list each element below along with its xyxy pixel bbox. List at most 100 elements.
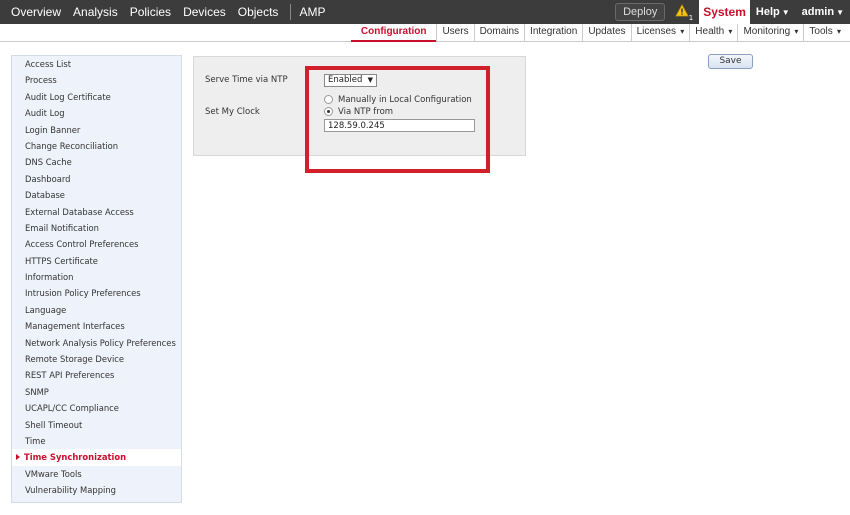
sidebar-item-label: Audit Log Certificate bbox=[25, 91, 111, 102]
tab-updates[interactable]: Updates bbox=[582, 24, 630, 42]
user-menu-label: admin bbox=[801, 6, 835, 18]
nav-amp[interactable]: AMP bbox=[297, 0, 331, 24]
sidebar-item-ucapl-cc-compliance[interactable]: UCAPL/CC Compliance bbox=[12, 400, 181, 416]
sidebar-item-label: Vulnerability Mapping bbox=[25, 485, 116, 496]
sidebar-item-external-database-access[interactable]: External Database Access bbox=[12, 204, 181, 220]
top-navigation-bar: Overview Analysis Policies Devices Objec… bbox=[0, 0, 850, 24]
sidebar-item-change-reconciliation[interactable]: Change Reconciliation bbox=[12, 138, 181, 154]
sidebar-item-label: External Database Access bbox=[25, 206, 134, 217]
top-right-controls: Deploy 1 System Help ▼ admin ▼ bbox=[615, 0, 850, 24]
sidebar-item-label: Database bbox=[25, 190, 65, 201]
nav-analysis[interactable]: Analysis bbox=[67, 0, 124, 24]
sidebar-item-time-synchronization[interactable]: Time Synchronization bbox=[12, 449, 181, 466]
tab-domains[interactable]: Domains bbox=[473, 24, 524, 42]
sidebar-item-label: VMware Tools bbox=[25, 468, 82, 479]
tab-health-label: Health bbox=[695, 26, 725, 37]
sidebar-item-database[interactable]: Database bbox=[12, 187, 181, 203]
chevron-down-icon: ▼ bbox=[836, 8, 844, 17]
sidebar-item-label: DNS Cache bbox=[25, 157, 72, 168]
sidebar-item-snmp[interactable]: SNMP bbox=[12, 384, 181, 400]
sidebar-item-access-list[interactable]: Access List bbox=[12, 56, 181, 72]
nav-policies[interactable]: Policies bbox=[124, 0, 177, 24]
sidebar-item-network-analysis-policy-preferences[interactable]: Network Analysis Policy Preferences bbox=[12, 335, 181, 351]
sidebar-item-label: Access List bbox=[25, 59, 71, 69]
tab-licenses-label: Licenses bbox=[636, 26, 677, 37]
tab-configuration[interactable]: Configuration bbox=[350, 24, 437, 42]
sidebar-item-label: REST API Preferences bbox=[25, 370, 115, 381]
sidebar-item-label: Change Reconciliation bbox=[25, 140, 119, 151]
set-clock-label: Set My Clock bbox=[205, 107, 260, 117]
sidebar-item-label: HTTPS Certificate bbox=[25, 255, 98, 266]
sidebar-item-label: SNMP bbox=[25, 386, 49, 397]
sidebar-item-label: UCAPL/CC Compliance bbox=[25, 403, 119, 414]
tab-integration[interactable]: Integration bbox=[524, 24, 582, 42]
sidebar-item-email-notification[interactable]: Email Notification bbox=[12, 220, 181, 236]
sidebar-item-label: Shell Timeout bbox=[25, 419, 83, 430]
nav-devices[interactable]: Devices bbox=[177, 0, 232, 24]
sidebar-item-vulnerability-mapping[interactable]: Vulnerability Mapping bbox=[12, 482, 181, 498]
tab-users[interactable]: Users bbox=[436, 24, 473, 42]
nav-objects[interactable]: Objects bbox=[232, 0, 285, 24]
sidebar-item-audit-log-certificate[interactable]: Audit Log Certificate bbox=[12, 89, 181, 105]
deploy-button[interactable]: Deploy bbox=[615, 3, 666, 21]
tab-monitoring[interactable]: Monitoring ▾ bbox=[737, 24, 803, 42]
tab-health[interactable]: Health ▾ bbox=[689, 24, 737, 42]
sidebar-item-https-certificate[interactable]: HTTPS Certificate bbox=[12, 253, 181, 269]
sidebar-item-label: Email Notification bbox=[25, 222, 99, 233]
subnav-tabs: Configuration Users Domains Integration … bbox=[350, 24, 846, 42]
chevron-down-icon: ▾ bbox=[726, 27, 733, 36]
serve-time-label: Serve Time via NTP bbox=[205, 75, 288, 85]
alert-warning-icon[interactable]: 1 bbox=[675, 4, 694, 22]
help-menu-label: Help bbox=[755, 6, 780, 18]
sidebar-item-shell-timeout[interactable]: Shell Timeout bbox=[12, 417, 181, 433]
sidebar-item-dns-cache[interactable]: DNS Cache bbox=[12, 154, 181, 170]
active-arrow-icon bbox=[16, 454, 20, 461]
sidebar-item-label: Process bbox=[25, 75, 57, 86]
sidebar-item-rest-api-preferences[interactable]: REST API Preferences bbox=[12, 367, 181, 383]
configuration-sidebar: Access List Process Audit Log Certificate A… bbox=[11, 55, 182, 503]
sidebar-item-dashboard[interactable]: Dashboard bbox=[12, 171, 181, 187]
sub-navigation-bar: Configuration Users Domains Integration … bbox=[0, 24, 850, 42]
chevron-down-icon: ▾ bbox=[834, 27, 841, 36]
main-nav: Overview Analysis Policies Devices Objec… bbox=[0, 0, 331, 24]
sidebar-item-label: Time bbox=[25, 435, 46, 446]
sidebar-item-management-interfaces[interactable]: Management Interfaces bbox=[12, 318, 181, 334]
sidebar-item-information[interactable]: Information bbox=[12, 269, 181, 285]
sidebar-item-login-banner[interactable]: Login Banner bbox=[12, 122, 181, 138]
user-menu[interactable]: admin ▼ bbox=[796, 6, 850, 18]
sidebar-item-vmware-tools[interactable]: VMware Tools bbox=[12, 466, 181, 482]
chevron-down-icon: ▼ bbox=[781, 8, 790, 17]
sidebar-item-time[interactable]: Time bbox=[12, 433, 181, 449]
sidebar-item-process[interactable]: Process bbox=[12, 72, 181, 88]
tab-tools[interactable]: Tools ▾ bbox=[803, 24, 846, 42]
warning-triangle-icon bbox=[675, 4, 689, 17]
tab-licenses[interactable]: Licenses ▾ bbox=[630, 24, 690, 42]
sidebar-item-label: Login Banner bbox=[25, 124, 81, 135]
chevron-down-icon: ▾ bbox=[792, 27, 799, 36]
sidebar-item-language[interactable]: Language bbox=[12, 302, 181, 318]
sidebar-item-remote-storage-device[interactable]: Remote Storage Device bbox=[12, 351, 181, 367]
alert-count: 1 bbox=[688, 14, 694, 22]
nav-system[interactable]: System bbox=[699, 0, 750, 24]
nav-overview[interactable]: Overview bbox=[0, 0, 67, 24]
sidebar-item-label: Time Synchronization bbox=[24, 452, 127, 463]
save-button[interactable]: Save bbox=[708, 54, 753, 69]
tab-tools-label: Tools bbox=[809, 26, 833, 37]
highlight-box bbox=[305, 66, 490, 173]
sidebar-item-label: Language bbox=[25, 304, 67, 315]
chevron-down-icon: ▾ bbox=[678, 27, 685, 36]
sidebar-item-label: Intrusion Policy Preferences bbox=[25, 288, 141, 299]
help-menu[interactable]: Help ▼ bbox=[750, 6, 796, 18]
sidebar-item-audit-log[interactable]: Audit Log bbox=[12, 105, 181, 121]
nav-divider bbox=[290, 4, 292, 20]
sidebar-item-label: Management Interfaces bbox=[25, 321, 125, 332]
sidebar-item-label: Remote Storage Device bbox=[25, 354, 125, 365]
sidebar-item-label: Network Analysis Policy Preferences bbox=[25, 337, 176, 348]
sidebar-item-label: Information bbox=[25, 272, 74, 283]
sidebar-item-intrusion-policy-preferences[interactable]: Intrusion Policy Preferences bbox=[12, 285, 181, 301]
sidebar-item-access-control-preferences[interactable]: Access Control Preferences bbox=[12, 236, 181, 252]
tab-monitoring-label: Monitoring bbox=[743, 26, 791, 37]
sidebar-item-label: Access Control Preferences bbox=[25, 239, 139, 250]
sidebar-item-label: Audit Log bbox=[25, 108, 65, 119]
sidebar-item-label: Dashboard bbox=[25, 173, 71, 184]
